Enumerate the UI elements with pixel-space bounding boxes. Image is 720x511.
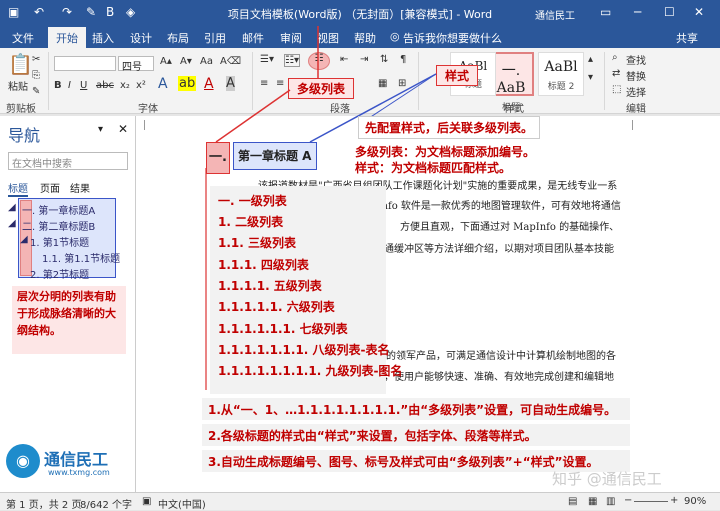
level-item: 1.1.1.1.1.1. 七级列表	[218, 322, 348, 336]
level-item: 一. 一级列表	[218, 194, 287, 208]
note-1: 1.从“一、1、…1.1.1.1.1.1.1.1.”由“多级列表”设置，可自动生…	[202, 398, 630, 420]
word-count[interactable]: 8/642 个字	[80, 496, 132, 511]
callout-config: 先配置样式，后关联多级列表。	[358, 116, 541, 139]
status-bar: 第 1 页，共 2 页 8/642 个字 ▣ 中文(中国) ▤ ▦ ▥ − + …	[0, 492, 720, 511]
zoom-in-icon[interactable]: +	[670, 495, 678, 506]
body-text: 方便且直观，下面通过对 MapInfo 的基础操作、	[400, 222, 620, 233]
level-item: 1.1.1.1.1. 六级列表	[218, 300, 335, 314]
level-item: 1.1.1.1. 五级列表	[218, 279, 322, 293]
body-text: 通缓冲区等方法详细介绍，以期对项目团队基本技能	[384, 244, 614, 255]
print-layout-icon[interactable]: ▦	[588, 496, 597, 507]
level-item: 1.1. 三级列表	[218, 236, 296, 250]
body-text: MapInfo 软件是一款优秀的地图管理软件，可有效地将通信	[355, 201, 621, 212]
level-item: 1.1.1. 四级列表	[218, 258, 309, 272]
level-item: 1.1.1.1.1.1.1.1. 九级列表-图名	[218, 364, 403, 378]
note-2: 2.各级标题的样式由“样式”来设置，包括字体、段落等样式。	[202, 424, 630, 446]
watermark: 知乎 @通信民工	[552, 470, 662, 488]
zoom-level[interactable]: 90%	[684, 496, 706, 507]
body-text: ，使用户能够快速、准确、有效地完成创建和编辑地	[384, 372, 614, 383]
body-text: 的领军产品，可满足通信设计中计算机绘制地图的各	[386, 351, 616, 362]
language[interactable]: 中文(中国)	[158, 496, 206, 511]
callout-style: 样式：为文档标题匹配样式。	[352, 158, 515, 177]
page-count[interactable]: 第 1 页，共 2 页	[6, 496, 81, 511]
read-mode-icon[interactable]: ▤	[568, 496, 577, 507]
zoom-out-icon[interactable]: −	[624, 495, 632, 506]
zoom-slider[interactable]	[634, 501, 668, 502]
level-item: 1.1.1.1.1.1.1. 八级列表-表名	[218, 343, 390, 357]
level-item: 1. 二级列表	[218, 215, 284, 229]
proofing-icon[interactable]: ▣	[142, 496, 151, 507]
web-layout-icon[interactable]: ▥	[606, 496, 615, 507]
